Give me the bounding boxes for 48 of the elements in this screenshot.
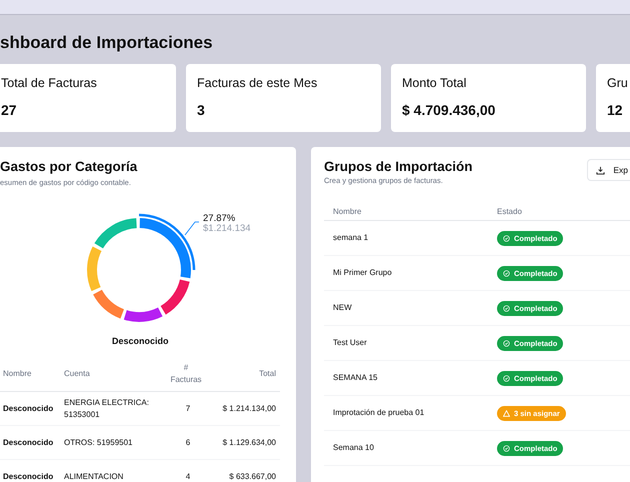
table-cell-text: OTROS: 51959501 (64, 436, 134, 449)
chart-label: Desconocido (112, 335, 169, 348)
table-cell-text: $ 633.667,00 (228, 470, 276, 482)
table-cell-text: 6 (184, 436, 192, 449)
stat-value: $ 4.709.436,00 (402, 102, 496, 118)
check-circle-icon (503, 374, 510, 382)
warning-icon (503, 410, 510, 417)
table-cell-text: Desconocido (2, 436, 54, 449)
stat-value: 12 (607, 102, 624, 118)
table-cell-text: ENERGIA ELECTRICA: 51353001 (64, 396, 150, 421)
table-cell-text: Test User (332, 337, 368, 350)
page-title: shboard de Importaciones (0, 33, 214, 53)
table-cell-text: $ 1.214.134,00 (222, 402, 276, 415)
table-cell-text: SEMANA 15 (332, 372, 378, 384)
stat-value: 3 (197, 102, 206, 118)
column-header: Total (258, 368, 276, 380)
slice-percent: 27.87% (203, 213, 236, 224)
table-cell-text: semana 1 (332, 232, 370, 244)
column-header: Cuenta (64, 368, 91, 380)
table-cell-text: NEW (332, 302, 353, 314)
check-circle-icon (503, 340, 510, 347)
export-button[interactable]: Exp (587, 159, 630, 181)
stat-label: Monto Total (402, 75, 468, 91)
panel-title: Gastos por Categoría (0, 159, 138, 175)
table-cell-text: Mi Primer Grupo (332, 267, 393, 280)
table-cell-text: Desconocido (2, 470, 54, 482)
table-cell-text: 7 (184, 402, 192, 415)
table-cell-text: ALIMENTACION (64, 470, 124, 482)
stat-label: Gru (607, 75, 629, 91)
check-circle-icon (503, 444, 510, 452)
table-cell-text: Improtación de prueba 01 (332, 407, 426, 420)
slice-amount: $1.214.134 (203, 223, 251, 234)
panel-title: Grupos de Importación (324, 159, 473, 175)
download-icon (596, 166, 606, 174)
check-circle-icon (503, 234, 510, 242)
column-header: # Facturas (169, 362, 203, 386)
stat-label: Facturas de este Mes (197, 75, 318, 91)
table-cell-text: Semana 10 (332, 442, 375, 454)
column-header: Estado (497, 206, 522, 218)
column-header: Nombre (2, 368, 32, 380)
check-circle-icon (503, 270, 510, 277)
table-cell-text: $ 1.129.634,00 (222, 436, 276, 449)
stat-value: 27 (1, 102, 18, 118)
column-header: Nombre (332, 206, 362, 218)
check-circle-icon (503, 304, 510, 312)
table-cell-text: Desconocido (2, 402, 54, 415)
stat-label: Total de Facturas (1, 75, 98, 91)
table-cell-text: 4 (184, 470, 192, 482)
